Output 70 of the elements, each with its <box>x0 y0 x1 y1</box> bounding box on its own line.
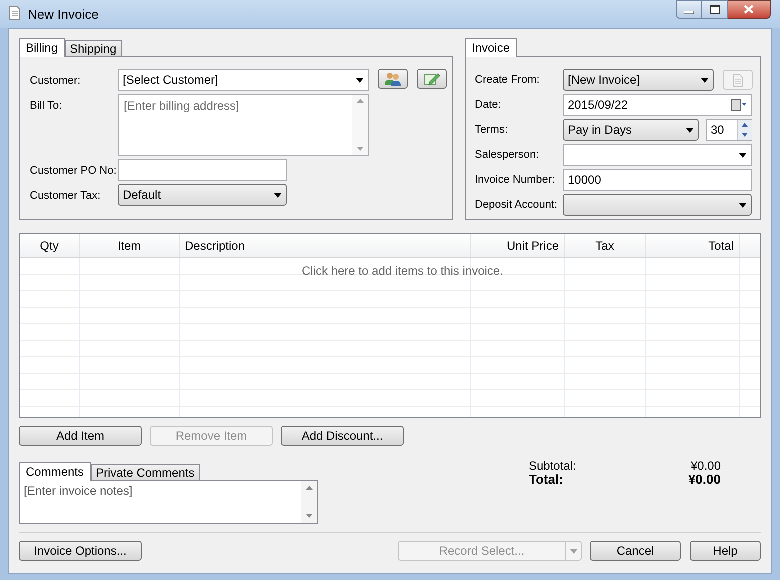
dropdown[interactable]: Default <box>118 184 287 206</box>
empty-message[interactable]: Click here to add items to this invoice. <box>302 262 504 280</box>
caret-icon <box>686 128 694 132</box>
date-field[interactable]: 2015/09/22 <box>563 94 752 116</box>
scroll-up-icon <box>356 99 364 103</box>
scroll-down-icon <box>306 514 312 518</box>
document-icon <box>9 6 21 20</box>
field-label: Salesperson: <box>475 148 540 163</box>
column-header[interactable]: Qty <box>20 234 80 257</box>
notes-field[interactable]: [Enter invoice notes] <box>19 480 318 524</box>
salesperson-combo[interactable] <box>563 144 752 166</box>
dropdown[interactable]: [New Invoice] <box>563 69 714 91</box>
field-label: Create From: <box>475 72 541 88</box>
subtotal-value: ¥0.00 <box>690 460 721 473</box>
field-label: Invoice Number: <box>475 172 556 188</box>
column-header[interactable]: Description <box>180 234 471 257</box>
tab[interactable]: Invoice <box>465 38 518 57</box>
item-action-button[interactable]: Add Item <box>19 426 142 446</box>
close-icon <box>744 5 754 14</box>
dialog-button[interactable]: Help <box>690 541 761 561</box>
invoice-options-button[interactable]: Invoice Options... <box>19 541 142 561</box>
pencil-note-icon <box>424 72 440 86</box>
text-field[interactable] <box>118 159 287 181</box>
caret-icon <box>739 202 747 208</box>
scroll-down-icon <box>356 147 364 151</box>
field-label: Deposit Account: <box>475 198 559 213</box>
item-action-button[interactable]: Add Discount... <box>281 426 404 446</box>
caret-icon <box>356 78 364 82</box>
people-icon <box>385 72 401 86</box>
column-header[interactable]: Total <box>646 234 740 257</box>
minimize-button[interactable] <box>676 0 702 19</box>
spin-up-icon <box>738 120 752 130</box>
tab[interactable]: Billing <box>19 38 66 57</box>
column-header[interactable]: Item <box>80 234 180 257</box>
minimize-icon <box>684 11 694 14</box>
total-label: Total: <box>529 473 564 487</box>
field-label: Customer Tax: <box>30 189 102 204</box>
calendar-icon <box>731 99 747 111</box>
customer-combo[interactable]: [Select Customer] <box>118 69 369 91</box>
document-icon <box>733 74 743 86</box>
column-header[interactable]: Tax <box>565 234 646 257</box>
caret-icon <box>701 78 709 82</box>
window-title: New Invoice <box>28 6 99 24</box>
field-label: Bill To: <box>30 99 64 114</box>
column-header[interactable]: Unit Price <box>471 234 565 257</box>
tab[interactable]: Comments <box>19 462 92 481</box>
maximize-button[interactable] <box>702 0 728 19</box>
caret-icon <box>739 152 747 158</box>
dropdown[interactable]: Pay in Days <box>563 119 699 141</box>
close-button[interactable] <box>728 0 771 19</box>
edit-button[interactable] <box>417 69 447 89</box>
dialog-button[interactable]: Cancel <box>590 541 681 561</box>
days-spinner[interactable]: 30 <box>706 119 752 141</box>
field-label: Customer PO No: <box>30 164 118 179</box>
people-button[interactable] <box>378 69 408 89</box>
tab[interactable]: Shipping <box>65 40 122 56</box>
subtotal-label: Subtotal: <box>529 460 576 473</box>
scroll-up-icon <box>306 486 312 490</box>
dropdown[interactable] <box>563 194 752 216</box>
spin-down-icon <box>738 130 752 140</box>
caret-icon <box>570 548 578 554</box>
total-value: ¥0.00 <box>688 473 721 487</box>
caret-icon <box>274 192 282 198</box>
field-label: Date: <box>475 98 502 113</box>
field-label: Terms: <box>475 122 509 138</box>
maximize-icon <box>710 5 720 14</box>
text-field[interactable]: 10000 <box>563 169 752 191</box>
tab[interactable]: Private Comments <box>91 464 200 480</box>
address-field[interactable]: [Enter billing address] <box>118 94 369 156</box>
field-label: Customer: <box>30 74 82 89</box>
